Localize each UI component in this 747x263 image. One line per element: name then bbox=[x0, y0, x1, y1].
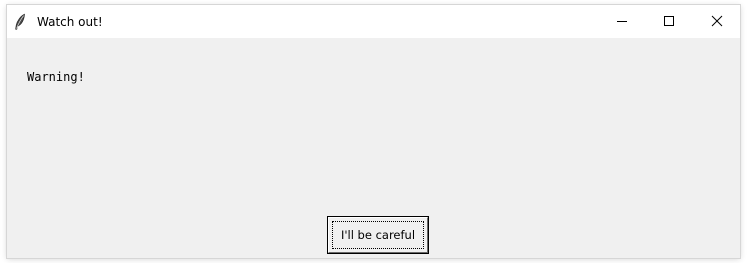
minimize-icon bbox=[616, 12, 628, 31]
confirm-button[interactable]: I'll be careful bbox=[327, 216, 429, 254]
window-title: Watch out! bbox=[37, 15, 103, 29]
confirm-button-label: I'll be careful bbox=[332, 221, 424, 249]
title-bar[interactable]: Watch out! bbox=[7, 5, 740, 38]
close-button[interactable] bbox=[694, 5, 740, 38]
feather-icon bbox=[13, 13, 27, 31]
minimize-button[interactable] bbox=[599, 5, 645, 38]
close-icon bbox=[711, 12, 723, 31]
warning-message: Warning! bbox=[27, 70, 85, 84]
maximize-icon bbox=[663, 12, 675, 31]
maximize-button[interactable] bbox=[646, 5, 692, 38]
dialog-body: Warning! I'll be careful bbox=[7, 38, 740, 258]
dialog-window: Watch out! Warning! I'll be careful bbox=[7, 5, 740, 258]
